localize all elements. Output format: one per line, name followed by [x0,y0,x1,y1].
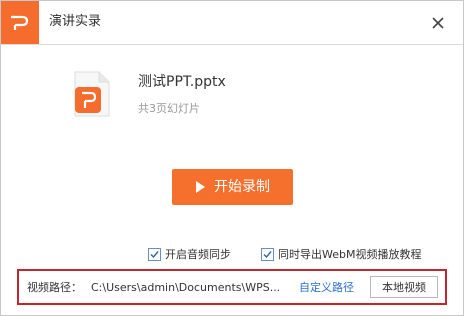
checkmark-icon [261,247,274,261]
play-icon [195,178,205,197]
close-icon[interactable] [425,10,451,36]
file-name: 测试PPT.pptx [138,74,226,90]
checkmark-icon [148,247,161,261]
save-path-bar: 视频路径： C:\Users\admin\Documents\WPS... 自定… [17,269,447,305]
start-recording-button[interactable]: 开始录制 [172,169,293,205]
export-webm-label: 同时导出WebM视频播放教程 [278,248,422,261]
audio-sync-checkbox[interactable]: 开启音频同步 [148,246,231,262]
wps-presentation-logo-icon [1,1,39,44]
window-title: 演讲实录 [49,14,102,29]
save-path-value: C:\Users\admin\Documents\WPS... [91,281,281,294]
save-path-label: 视频路径： [27,281,82,294]
export-webm-checkbox[interactable]: 同时导出WebM视频播放教程 [261,246,421,262]
custom-path-link[interactable]: 自定义路径 [299,280,354,296]
title-bar: 演讲实录 [1,1,463,45]
pptx-file-icon [74,71,110,117]
local-video-button[interactable]: 本地视频 [370,276,438,298]
recording-dialog: 演讲实录 测试PPT.pptx 共3页幻灯片 开始录制 开启音频同步 同时导出W… [0,0,464,316]
slide-count: 共3页幻灯片 [138,102,200,115]
audio-sync-label: 开启音频同步 [165,248,231,261]
start-recording-label: 开始录制 [214,179,270,195]
